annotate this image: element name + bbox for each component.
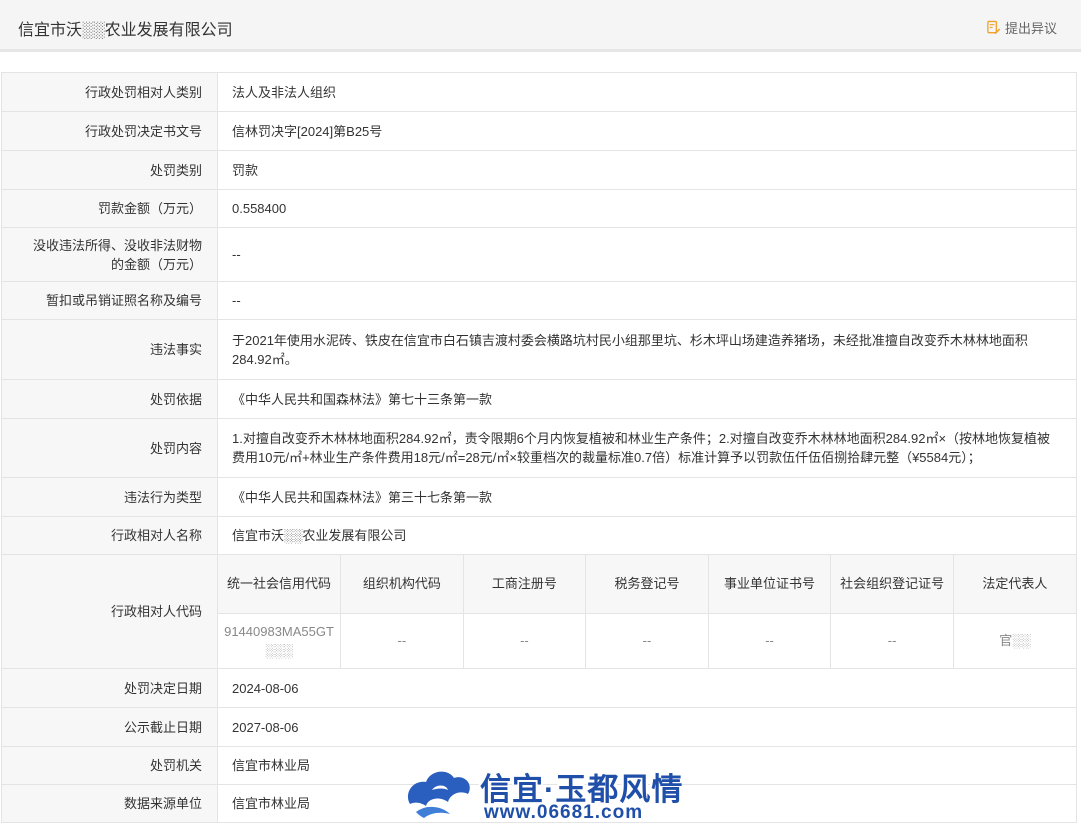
basis-label: 处罚依据 [1, 379, 218, 419]
row-party-name: 行政相对人名称 信宜市沃░░农业发展有限公司 [1, 516, 1077, 555]
content-label: 处罚内容 [1, 418, 218, 478]
confiscated-value: -- [217, 227, 1077, 282]
penalty-type-label: 处罚类别 [1, 150, 218, 190]
confiscated-label: 没收违法所得、没收非法财物的金额（万元） [1, 227, 218, 282]
party-name-label: 行政相对人名称 [1, 516, 218, 555]
org-code-value: -- [340, 613, 464, 668]
codes-header-biz: 工商注册号 [462, 555, 586, 614]
party-type-value: 法人及非法人组织 [217, 72, 1077, 112]
decision-no-label: 行政处罚决定书文号 [1, 111, 218, 151]
facts-label: 违法事实 [1, 319, 218, 380]
biz-reg-value: -- [462, 613, 586, 668]
codes-header-tax: 税务登记号 [585, 555, 709, 614]
party-codes-table: 统一社会信用代码 组织机构代码 工商注册号 税务登记号 事业单位证书号 社会组织… [218, 555, 1076, 668]
codes-header-social: 社会组织登记证号 [830, 555, 954, 614]
row-violation-type: 违法行为类型 《中华人民共和国森林法》第三十七条第一款 [1, 477, 1077, 517]
party-name-value: 信宜市沃░░农业发展有限公司 [217, 516, 1077, 555]
facts-value: 于2021年使用水泥砖、铁皮在信宜市白石镇吉渡村委会横路坑村民小组那里坑、杉木坪… [217, 319, 1077, 380]
objection-button[interactable]: 提出异议 [986, 18, 1057, 37]
source-value: 信宜市林业局 [217, 784, 1077, 823]
codes-header-institution: 事业单位证书号 [707, 555, 831, 614]
institution-value: -- [707, 613, 831, 668]
row-source: 数据来源单位 信宜市林业局 [1, 784, 1077, 823]
row-authority: 处罚机关 信宜市林业局 [1, 746, 1077, 785]
row-facts: 违法事实 于2021年使用水泥砖、铁皮在信宜市白石镇吉渡村委会横路坑村民小组那里… [1, 319, 1077, 380]
social-org-value: -- [830, 613, 954, 668]
row-decision-date: 处罚决定日期 2024-08-06 [1, 668, 1077, 708]
row-decision-no: 行政处罚决定书文号 信林罚决字[2024]第B25号 [1, 111, 1077, 151]
party-type-label: 行政处罚相对人类别 [1, 72, 218, 112]
source-label: 数据来源单位 [1, 784, 218, 823]
edit-document-icon [987, 20, 1001, 35]
fine-amount-label: 罚款金额（万元） [1, 189, 218, 228]
company-title: 信宜市沃░░农业发展有限公司 [18, 22, 233, 39]
violation-type-label: 违法行为类型 [1, 477, 218, 517]
basis-value: 《中华人民共和国森林法》第七十三条第一款 [217, 379, 1077, 419]
party-code-cell: 统一社会信用代码 组织机构代码 工商注册号 税务登记号 事业单位证书号 社会组织… [217, 554, 1077, 669]
row-party-code: 行政相对人代码 统一社会信用代码 组织机构代码 工商注册号 税务登记号 事业单位… [1, 554, 1077, 669]
row-fine-amount: 罚款金额（万元） 0.558400 [1, 189, 1077, 228]
publish-end-label: 公示截止日期 [1, 707, 218, 747]
row-basis: 处罚依据 《中华人民共和国森林法》第七十三条第一款 [1, 379, 1077, 419]
decision-no-value: 信林罚决字[2024]第B25号 [217, 111, 1077, 151]
header-bar: 信宜市沃░░农业发展有限公司 提出异议 [0, 0, 1081, 52]
codes-header-row: 统一社会信用代码 组织机构代码 工商注册号 税务登记号 事业单位证书号 社会组织… [218, 555, 1076, 614]
row-penalty-type: 处罚类别 罚款 [1, 150, 1077, 190]
decision-date-value: 2024-08-06 [217, 668, 1077, 708]
credit-code-value: 91440983MA55GT░░░ [224, 623, 334, 658]
codes-value-row: 91440983MA55GT░░░ -- -- -- -- -- 官░░ [218, 613, 1076, 668]
tax-reg-value: -- [585, 613, 709, 668]
row-publish-end: 公示截止日期 2027-08-06 [1, 707, 1077, 747]
license-value: -- [217, 281, 1077, 320]
party-code-label: 行政相对人代码 [1, 554, 218, 669]
fine-amount-value: 0.558400 [217, 189, 1077, 228]
decision-date-label: 处罚决定日期 [1, 668, 218, 708]
row-license: 暂扣或吊销证照名称及编号 -- [1, 281, 1077, 320]
publish-end-value: 2027-08-06 [217, 707, 1077, 747]
codes-header-org: 组织机构代码 [340, 555, 464, 614]
row-content: 处罚内容 1.对擅自改变乔木林林地面积284.92㎡，责令限期6个月内恢复植被和… [1, 418, 1077, 478]
content-value: 1.对擅自改变乔木林林地面积284.92㎡，责令限期6个月内恢复植被和林业生产条… [217, 418, 1077, 478]
authority-label: 处罚机关 [1, 746, 218, 785]
row-confiscated: 没收违法所得、没收非法财物的金额（万元） -- [1, 227, 1077, 282]
license-label: 暂扣或吊销证照名称及编号 [1, 281, 218, 320]
row-party-type: 行政处罚相对人类别 法人及非法人组织 [1, 72, 1077, 112]
authority-value: 信宜市林业局 [217, 746, 1077, 785]
objection-label: 提出异议 [1004, 21, 1057, 36]
violation-type-value: 《中华人民共和国森林法》第三十七条第一款 [217, 477, 1077, 517]
penalty-type-value: 罚款 [217, 150, 1077, 190]
codes-header-legal-rep: 法定代表人 [952, 555, 1076, 614]
legal-rep-value: 官░░ [952, 613, 1076, 668]
penalty-info-table: 行政处罚相对人类别 法人及非法人组织 行政处罚决定书文号 信林罚决字[2024]… [1, 72, 1077, 823]
codes-header-credit: 统一社会信用代码 [218, 555, 341, 614]
